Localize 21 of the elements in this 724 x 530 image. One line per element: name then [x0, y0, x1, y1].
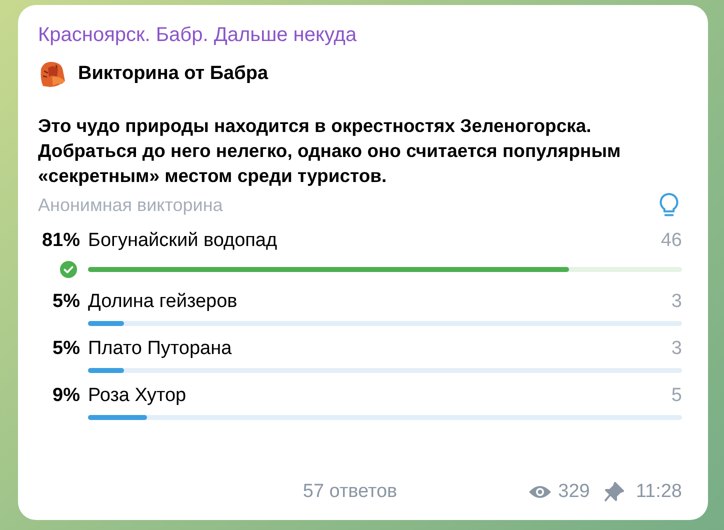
answers-count: 57 ответов: [302, 481, 398, 503]
option-percent: 5%: [52, 338, 80, 360]
poll-type-label: Анонимная викторина: [38, 194, 223, 216]
option-label: Долина гейзеров: [88, 291, 238, 313]
vote-count: 3: [671, 291, 682, 313]
vote-count: 5: [671, 385, 682, 407]
option-percent: 5%: [52, 291, 80, 313]
option-label: Плато Путорана: [88, 338, 233, 360]
option-label: Роза Хутор: [88, 385, 188, 407]
vote-count: 46: [660, 230, 682, 252]
question-text: Это чудо природы находится в окрестностях Зеленогорска. Добраться до него нелегко, однако оно считается популярным «секретным» местом среди туристов.: [38, 114, 622, 188]
view-count: 329: [558, 481, 590, 503]
option-label: Богунайский водопад: [88, 230, 278, 252]
poll-title: Викторина от Бабра: [78, 63, 268, 85]
eye-icon: [528, 484, 552, 500]
option-percent: 81%: [40, 230, 80, 252]
lightbulb-icon[interactable]: [658, 192, 680, 218]
option-percent: 9%: [52, 385, 80, 407]
channel-name[interactable]: Красноярск. Бабр. Дальше некуда: [38, 23, 682, 47]
message-time: 11:28: [636, 481, 682, 503]
vote-count: 3: [671, 338, 682, 360]
